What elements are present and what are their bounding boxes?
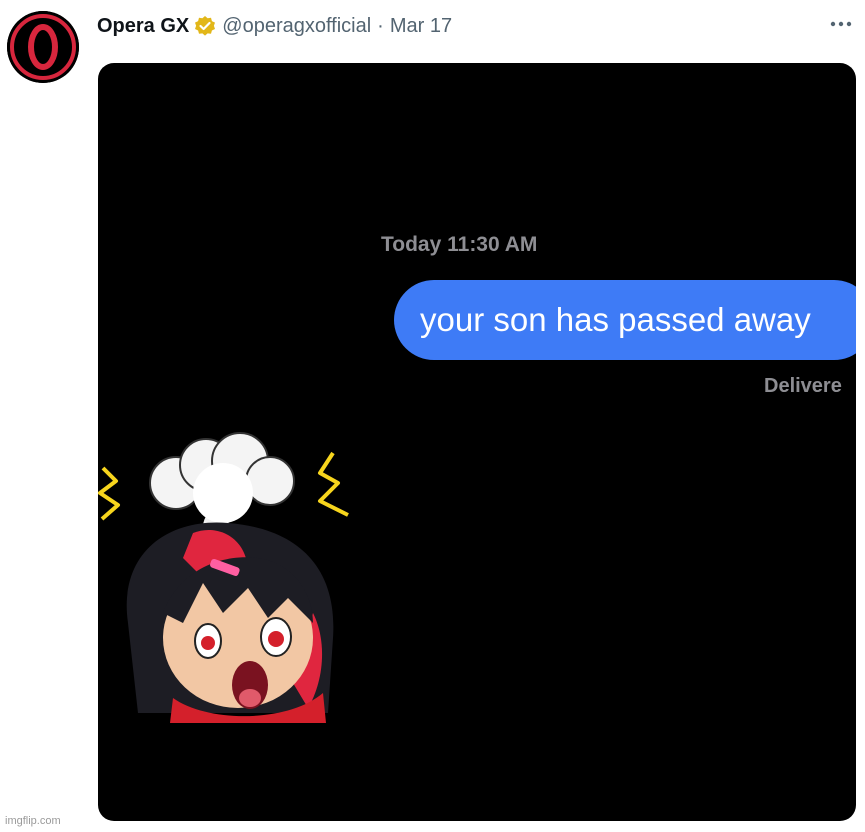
tweet-date[interactable]: Mar 17: [390, 15, 452, 38]
separator-dot: ·: [377, 14, 384, 37]
display-name[interactable]: Opera GX: [97, 15, 189, 38]
message-timestamp: Today 11:30 AM: [381, 233, 538, 256]
more-options-button[interactable]: [829, 10, 853, 38]
message-bubble: your son has passed away: [394, 280, 856, 360]
delivery-status: Delivere: [764, 375, 842, 397]
user-handle[interactable]: @operagxofficial: [222, 15, 371, 38]
verified-badge-icon[interactable]: [194, 15, 216, 37]
tweet-media-image[interactable]: Today 11:30 AM your son has passed away …: [98, 63, 856, 821]
opera-gx-logo-icon: [7, 11, 79, 83]
shocked-anime-girl-sticker: [98, 432, 349, 723]
more-options-icon: [830, 21, 852, 27]
avatar[interactable]: [7, 11, 79, 83]
tweet-header: Opera GX @operagxofficial · Mar 17: [97, 12, 452, 40]
tweet: Opera GX @operagxofficial · Mar 17 Today…: [0, 0, 865, 832]
imgflip-watermark: imgflip.com: [5, 815, 61, 827]
